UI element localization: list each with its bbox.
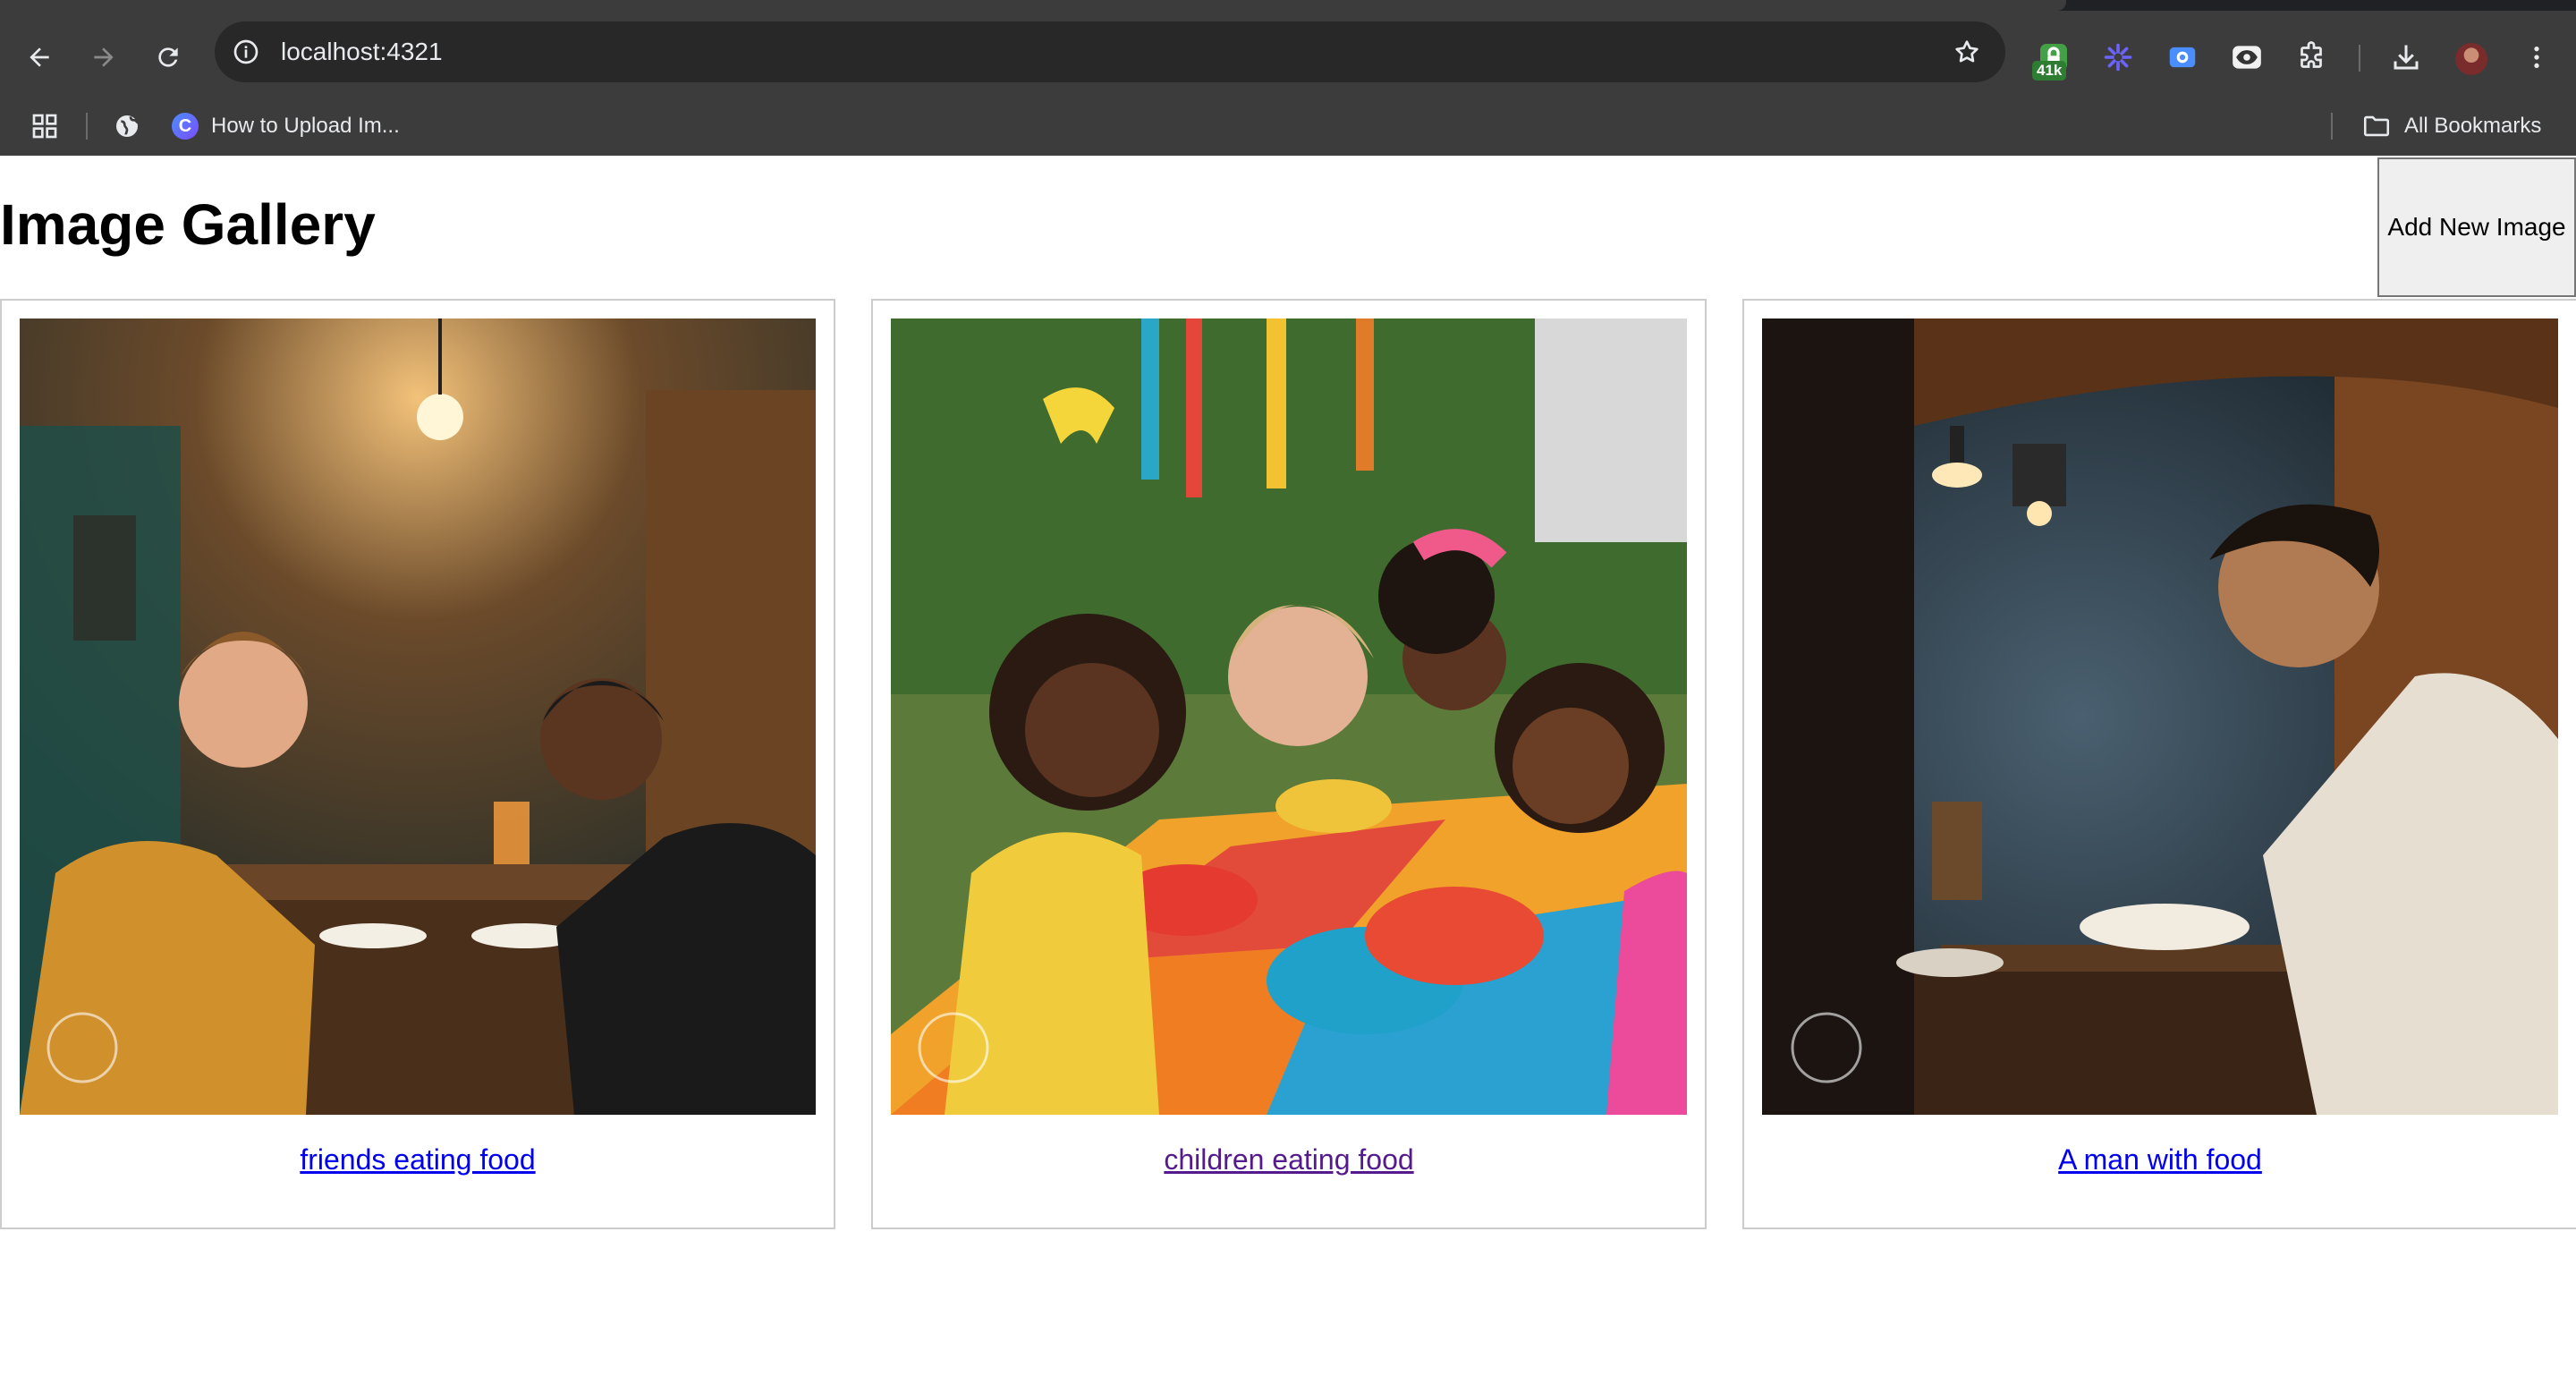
screen-record-icon (2169, 47, 2196, 68)
globe-icon (116, 115, 139, 137)
extension-camera-button[interactable] (2156, 30, 2209, 84)
download-icon (2394, 45, 2419, 70)
all-bookmarks-button[interactable]: All Bookmarks (2361, 97, 2541, 156)
tab-strip (0, 0, 2576, 11)
bookmark-label: How to Upload Im... (211, 114, 400, 138)
all-bookmarks-label: All Bookmarks (2404, 114, 2542, 138)
extension-eye-button[interactable] (2220, 30, 2274, 84)
bookmark-separator (2331, 113, 2333, 140)
back-arrow-icon (30, 47, 49, 67)
caption-link[interactable]: friends eating food (300, 1143, 535, 1176)
image-caption: A man with food (1744, 1143, 2576, 1176)
site-info-icon[interactable] (227, 33, 265, 71)
profile-avatar[interactable] (2455, 43, 2487, 75)
downloads-button[interactable] (2379, 30, 2433, 84)
extension-badge: 41k (2032, 61, 2067, 81)
bookmark-how-to-upload[interactable]: C How to Upload Im... (172, 97, 400, 156)
toolbar-separator (2359, 45, 2360, 72)
url-text[interactable]: localhost:4321 (281, 21, 443, 82)
apps-grid-button[interactable] (30, 97, 59, 156)
browser-menu-button[interactable] (2510, 30, 2563, 84)
extensions-menu-button[interactable] (2284, 30, 2338, 84)
add-new-image-button[interactable]: Add New Image (2377, 157, 2576, 297)
caption-link[interactable]: A man with food (2058, 1143, 2262, 1176)
gallery-card: friends eating food (0, 299, 835, 1229)
gallery-card: A man with food (1742, 299, 2576, 1229)
address-bar[interactable]: localhost:4321 (215, 21, 2005, 82)
apps-grid-icon (32, 114, 57, 139)
browser-toolbar: localhost:4321 41k (0, 11, 2576, 105)
globe-bookmark[interactable] (113, 97, 141, 156)
extension-sparkle-button[interactable] (2091, 30, 2145, 84)
gallery-card: children eating food (871, 299, 1707, 1229)
folder-icon (2363, 115, 2390, 137)
reload-icon (158, 47, 178, 67)
kebab-menu-icon (2534, 47, 2539, 68)
gallery-image-friends (20, 319, 816, 1115)
page-content: Image Gallery Add New Image friends eati… (0, 156, 2576, 1376)
gallery-image-children (891, 319, 1687, 1115)
image-caption: children eating food (873, 1143, 1705, 1176)
extension-counter-button[interactable]: 41k (2027, 30, 2080, 84)
forward-button[interactable] (77, 30, 131, 84)
bookmark-separator (86, 113, 88, 140)
gallery-image-man (1762, 319, 2558, 1115)
image-caption: friends eating food (2, 1143, 834, 1176)
sparkle-icon (2104, 43, 2132, 72)
eye-icon (2233, 46, 2261, 69)
bookmark-star-icon[interactable] (1948, 33, 1986, 71)
reload-button[interactable] (141, 30, 195, 84)
back-button[interactable] (13, 30, 66, 84)
bookmarks-bar: C How to Upload Im... All Bookmarks (0, 97, 2576, 156)
puzzle-icon (2301, 41, 2322, 68)
active-tab[interactable] (0, 0, 2066, 11)
forward-arrow-icon (94, 47, 114, 67)
c-logo-icon: C (172, 113, 199, 140)
caption-link[interactable]: children eating food (1164, 1143, 1413, 1176)
page-title: Image Gallery (0, 192, 376, 257)
